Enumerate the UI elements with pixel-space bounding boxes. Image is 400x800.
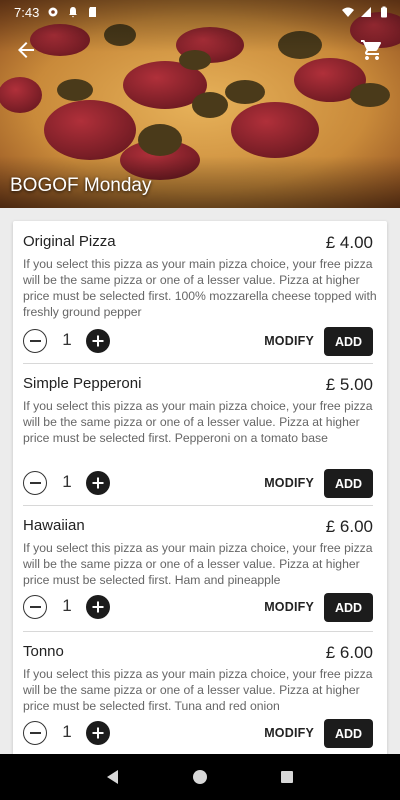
- hero-image: BOGOF Monday: [0, 0, 400, 208]
- modify-button[interactable]: MODIFY: [264, 476, 314, 490]
- decrease-quantity-button[interactable]: [23, 471, 47, 495]
- minus-icon: [29, 482, 41, 484]
- status-bar: 7:43: [0, 0, 400, 24]
- item-price: £ 4.00: [325, 233, 373, 252]
- add-button[interactable]: ADD: [324, 469, 373, 498]
- add-button[interactable]: ADD: [324, 327, 373, 356]
- bell-icon: [69, 7, 78, 18]
- add-button[interactable]: ADD: [324, 593, 373, 622]
- item-controls: 1 MODIFY ADD: [23, 469, 373, 498]
- increase-quantity-button[interactable]: [86, 595, 110, 619]
- cart-icon: [361, 40, 381, 60]
- home-circle-icon: [192, 770, 207, 784]
- item-name: Hawaiian: [23, 517, 85, 534]
- decrease-quantity-button[interactable]: [23, 721, 47, 745]
- nav-back-button[interactable]: [103, 767, 123, 787]
- add-button[interactable]: ADD: [324, 719, 373, 748]
- item-price: £ 6.00: [325, 643, 373, 662]
- item-name: Original Pizza: [23, 233, 116, 250]
- cart-button[interactable]: [360, 38, 384, 62]
- increase-quantity-button[interactable]: [86, 471, 110, 495]
- modify-button[interactable]: MODIFY: [264, 726, 314, 740]
- system-nav-bar: [0, 754, 400, 800]
- modify-button[interactable]: MODIFY: [264, 334, 314, 348]
- decrease-quantity-button[interactable]: [23, 329, 47, 353]
- nav-recents-button[interactable]: [277, 767, 297, 787]
- list-item: Hawaiian £ 6.00 If you select this pizza…: [23, 517, 373, 629]
- item-description: If you select this pizza as your main pi…: [23, 667, 373, 713]
- increase-quantity-button[interactable]: [86, 329, 110, 353]
- list-item: Simple Pepperoni £ 5.00 If you select th…: [23, 375, 373, 503]
- item-price: £ 5.00: [325, 375, 373, 394]
- list-item: Original Pizza £ 4.00 If you select this…: [23, 233, 377, 361]
- wifi-icon: [342, 7, 354, 17]
- divider: [23, 505, 373, 506]
- item-name: Tonno: [23, 643, 64, 660]
- recents-square-icon: [280, 771, 293, 783]
- item-controls: 1 MODIFY ADD: [23, 327, 373, 356]
- item-description: If you select this pizza as your main pi…: [23, 541, 373, 587]
- item-description: If you select this pizza as your main pi…: [23, 257, 377, 319]
- battery-icon: [381, 6, 387, 18]
- quantity-value: 1: [62, 472, 72, 491]
- arrow-back-icon: [18, 42, 34, 58]
- increase-quantity-button[interactable]: [86, 721, 110, 745]
- item-description: If you select this pizza as your main pi…: [23, 399, 373, 445]
- back-triangle-icon: [107, 770, 119, 784]
- item-controls: 1 MODIFY ADD: [23, 719, 373, 748]
- signal-icon: [361, 7, 371, 17]
- sd-card-icon: [89, 7, 97, 17]
- quantity-value: 1: [62, 330, 72, 349]
- quantity-value: 1: [62, 596, 72, 615]
- product-list[interactable]: Original Pizza £ 4.00 If you select this…: [0, 208, 400, 754]
- gear-icon: [48, 7, 58, 17]
- back-button[interactable]: [14, 38, 38, 62]
- divider: [23, 631, 373, 632]
- minus-icon: [29, 340, 41, 342]
- minus-icon: [29, 606, 41, 608]
- nav-home-button[interactable]: [190, 767, 210, 787]
- item-name: Simple Pepperoni: [23, 375, 142, 392]
- item-controls: 1 MODIFY ADD: [23, 593, 373, 622]
- quantity-value: 1: [62, 722, 72, 741]
- divider: [23, 363, 373, 364]
- modify-button[interactable]: MODIFY: [264, 600, 314, 614]
- decrease-quantity-button[interactable]: [23, 595, 47, 619]
- minus-icon: [29, 732, 41, 734]
- product-card: Original Pizza £ 4.00 If you select this…: [13, 221, 387, 754]
- list-item: Tonno £ 6.00 If you select this pizza as…: [23, 643, 373, 754]
- item-price: £ 6.00: [325, 517, 373, 536]
- status-time: 7:43: [14, 4, 40, 20]
- page-title: BOGOF Monday: [10, 175, 152, 196]
